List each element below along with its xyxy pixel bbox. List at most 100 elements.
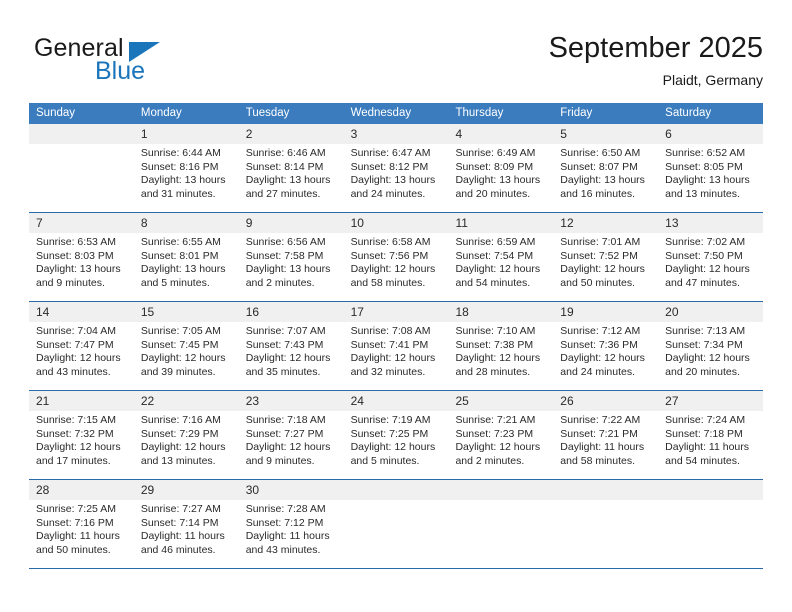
day-number[interactable]: 1	[134, 124, 239, 144]
day-number[interactable]: 17	[344, 302, 449, 322]
day-cell[interactable]: Sunrise: 6:50 AM Sunset: 8:07 PM Daylight:…	[553, 144, 658, 212]
day-cell[interactable]: Sunrise: 6:53 AM Sunset: 8:03 PM Daylight:…	[29, 233, 134, 301]
day-cell[interactable]: Sunrise: 7:10 AM Sunset: 7:38 PM Daylight:…	[448, 322, 553, 390]
day-number[interactable]: 23	[239, 391, 344, 411]
day-cell[interactable]: Sunrise: 7:07 AM Sunset: 7:43 PM Daylight:…	[239, 322, 344, 390]
day-number[interactable]: 2	[239, 124, 344, 144]
day-sunrise-text: Sunrise: 7:12 AM	[560, 325, 641, 337]
day-cell[interactable]: Sunrise: 7:28 AM Sunset: 7:12 PM Daylight:…	[239, 500, 344, 568]
day-number[interactable]: 3	[344, 124, 449, 144]
day-number[interactable]: 21	[29, 391, 134, 411]
day-cell[interactable]: Sunrise: 7:04 AM Sunset: 7:47 PM Daylight:…	[29, 322, 134, 390]
calendar-grid: Sunday Monday Tuesday Wednesday Thursday Frid…	[29, 103, 763, 569]
day-sunset-text: Sunset: 7:32 PM	[36, 427, 114, 440]
day-cell[interactable]: Sunrise: 7:15 AM Sunset: 7:32 PM Daylight:…	[29, 411, 134, 479]
week-detail-band: Sunrise: 7:25 AM Sunset: 7:16 PM Daylight:…	[29, 500, 763, 568]
day-cell[interactable]: Sunrise: 6:59 AM Sunset: 7:54 PM Daylight:…	[448, 233, 553, 301]
day-number[interactable]: 24	[344, 391, 449, 411]
day-cell[interactable]: Sunrise: 6:58 AM Sunset: 7:56 PM Daylight:…	[344, 233, 449, 301]
day-number[interactable]: 27	[658, 391, 763, 411]
day-number[interactable]: 13	[658, 213, 763, 233]
day-sunset-text: Sunset: 7:45 PM	[140, 338, 219, 351]
day-number[interactable]: 12	[553, 213, 658, 233]
day-number[interactable]: 8	[134, 213, 239, 233]
page-subtitle-location: Plaidt, Germany	[662, 72, 763, 88]
day-daylight-line1-text: Daylight: 11 hours	[665, 441, 750, 454]
day-sunset-text: Sunset: 7:50 PM	[665, 249, 743, 262]
day-daylight-line1-text: Daylight: 13 hours	[140, 263, 226, 276]
day-number[interactable]: 15	[134, 302, 239, 322]
day-cell[interactable]: Sunrise: 6:46 AM Sunset: 8:14 PM Daylight:…	[239, 144, 344, 212]
day-sunset-text: Sunset: 7:41 PM	[350, 338, 429, 351]
calendar-week-row: 7 8 9 10 11 12 13 Sunrise: 6:53 AM Sunset: 8:03 …	[29, 212, 763, 301]
day-cell[interactable]: Sunrise: 7:19 AM Sunset: 7:25 PM Daylight:…	[344, 411, 449, 479]
day-cell[interactable]: Sunrise: 6:44 AM Sunset: 8:16 PM Daylight:…	[134, 144, 239, 212]
day-number[interactable]: 19	[553, 302, 658, 322]
week-date-number-band: 14 15 16 17 18 19 20	[29, 302, 763, 322]
day-number[interactable]: 16	[239, 302, 344, 322]
day-daylight-line1-text: Daylight: 12 hours	[560, 263, 645, 276]
day-daylight-line1-text: Daylight: 11 hours	[36, 530, 120, 543]
day-cell[interactable]: Sunrise: 7:24 AM Sunset: 7:18 PM Daylight:…	[658, 411, 763, 479]
day-number[interactable]: 11	[448, 213, 553, 233]
day-cell[interactable]: Sunrise: 6:56 AM Sunset: 7:58 PM Daylight:…	[239, 233, 344, 301]
day-number[interactable]: 5	[553, 124, 658, 144]
day-number[interactable]: 25	[448, 391, 553, 411]
week-detail-band: Sunrise: 6:44 AM Sunset: 8:16 PM Daylight:…	[29, 144, 763, 212]
day-cell[interactable]: Sunrise: 6:47 AM Sunset: 8:12 PM Daylight:…	[344, 144, 449, 212]
day-daylight-line2-text: and 5 minutes.	[350, 454, 420, 467]
day-number[interactable]: 29	[134, 480, 239, 500]
day-cell[interactable]: Sunrise: 6:55 AM Sunset: 8:01 PM Daylight:…	[134, 233, 239, 301]
day-cell[interactable]: Sunrise: 7:16 AM Sunset: 7:29 PM Daylight:…	[134, 411, 239, 479]
day-daylight-line2-text: and 5 minutes.	[140, 276, 210, 289]
day-daylight-line2-text: and 46 minutes.	[140, 543, 216, 556]
day-number-empty	[344, 480, 449, 500]
calendar-week-row: 1 2 3 4 5 6 Sunrise: 6:44 AM Sunset: 8:16 PM Day…	[29, 124, 763, 212]
day-cell[interactable]: Sunrise: 7:21 AM Sunset: 7:23 PM Daylight:…	[448, 411, 553, 479]
day-number[interactable]: 30	[239, 480, 344, 500]
day-cell[interactable]: Sunrise: 7:13 AM Sunset: 7:34 PM Daylight:…	[658, 322, 763, 390]
day-cell[interactable]: Sunrise: 7:22 AM Sunset: 7:21 PM Daylight:…	[553, 411, 658, 479]
day-sunrise-text: Sunrise: 7:21 AM	[455, 414, 536, 426]
day-daylight-line1-text: Daylight: 13 hours	[245, 174, 331, 187]
day-number[interactable]: 26	[553, 391, 658, 411]
day-number[interactable]: 22	[134, 391, 239, 411]
day-cell-empty	[553, 500, 658, 568]
day-cell[interactable]: Sunrise: 7:18 AM Sunset: 7:27 PM Daylight:…	[239, 411, 344, 479]
day-cell[interactable]: Sunrise: 7:05 AM Sunset: 7:45 PM Daylight:…	[134, 322, 239, 390]
weekday-header-sunday: Sunday	[36, 107, 76, 119]
day-sunset-text: Sunset: 7:43 PM	[245, 338, 324, 351]
day-sunset-text: Sunset: 7:56 PM	[350, 249, 429, 262]
day-daylight-line1-text: Daylight: 13 hours	[36, 263, 121, 276]
weekday-header-thursday: Thursday	[455, 107, 504, 119]
day-cell[interactable]: Sunrise: 7:27 AM Sunset: 7:14 PM Daylight:…	[134, 500, 239, 568]
day-daylight-line2-text: and 27 minutes.	[245, 187, 321, 200]
day-cell[interactable]: Sunrise: 7:01 AM Sunset: 7:52 PM Daylight:…	[553, 233, 658, 301]
day-sunrise-text: Sunrise: 7:02 AM	[665, 236, 746, 248]
day-number-empty	[553, 480, 658, 500]
day-daylight-line2-text: and 17 minutes.	[36, 454, 111, 467]
day-cell[interactable]: Sunrise: 7:25 AM Sunset: 7:16 PM Daylight:…	[29, 500, 134, 568]
brand-logo[interactable]: General Blue	[34, 34, 234, 90]
day-number[interactable]: 10	[344, 213, 449, 233]
day-number[interactable]: 9	[239, 213, 344, 233]
day-cell[interactable]: Sunrise: 7:08 AM Sunset: 7:41 PM Daylight:…	[344, 322, 449, 390]
day-sunset-text: Sunset: 8:05 PM	[665, 160, 743, 173]
day-cell[interactable]: Sunrise: 7:12 AM Sunset: 7:36 PM Daylight:…	[553, 322, 658, 390]
day-number[interactable]: 20	[658, 302, 763, 322]
day-number[interactable]: 28	[29, 480, 134, 500]
day-cell[interactable]: Sunrise: 6:49 AM Sunset: 8:09 PM Daylight:…	[448, 144, 553, 212]
day-sunset-text: Sunset: 7:38 PM	[455, 338, 534, 351]
day-number[interactable]: 7	[29, 213, 134, 233]
day-cell[interactable]: Sunrise: 6:52 AM Sunset: 8:05 PM Daylight:…	[658, 144, 763, 212]
day-number[interactable]: 18	[448, 302, 553, 322]
day-cell[interactable]: Sunrise: 7:02 AM Sunset: 7:50 PM Daylight:…	[658, 233, 763, 301]
day-daylight-line2-text: and 9 minutes.	[245, 454, 315, 467]
day-sunrise-text: Sunrise: 7:05 AM	[140, 325, 221, 337]
day-number[interactable]: 6	[658, 124, 763, 144]
weekday-header-saturday: Saturday	[665, 107, 712, 119]
day-daylight-line2-text: and 47 minutes.	[665, 276, 740, 289]
day-cell-empty	[448, 500, 553, 568]
day-number[interactable]: 14	[29, 302, 134, 322]
day-number[interactable]: 4	[448, 124, 553, 144]
